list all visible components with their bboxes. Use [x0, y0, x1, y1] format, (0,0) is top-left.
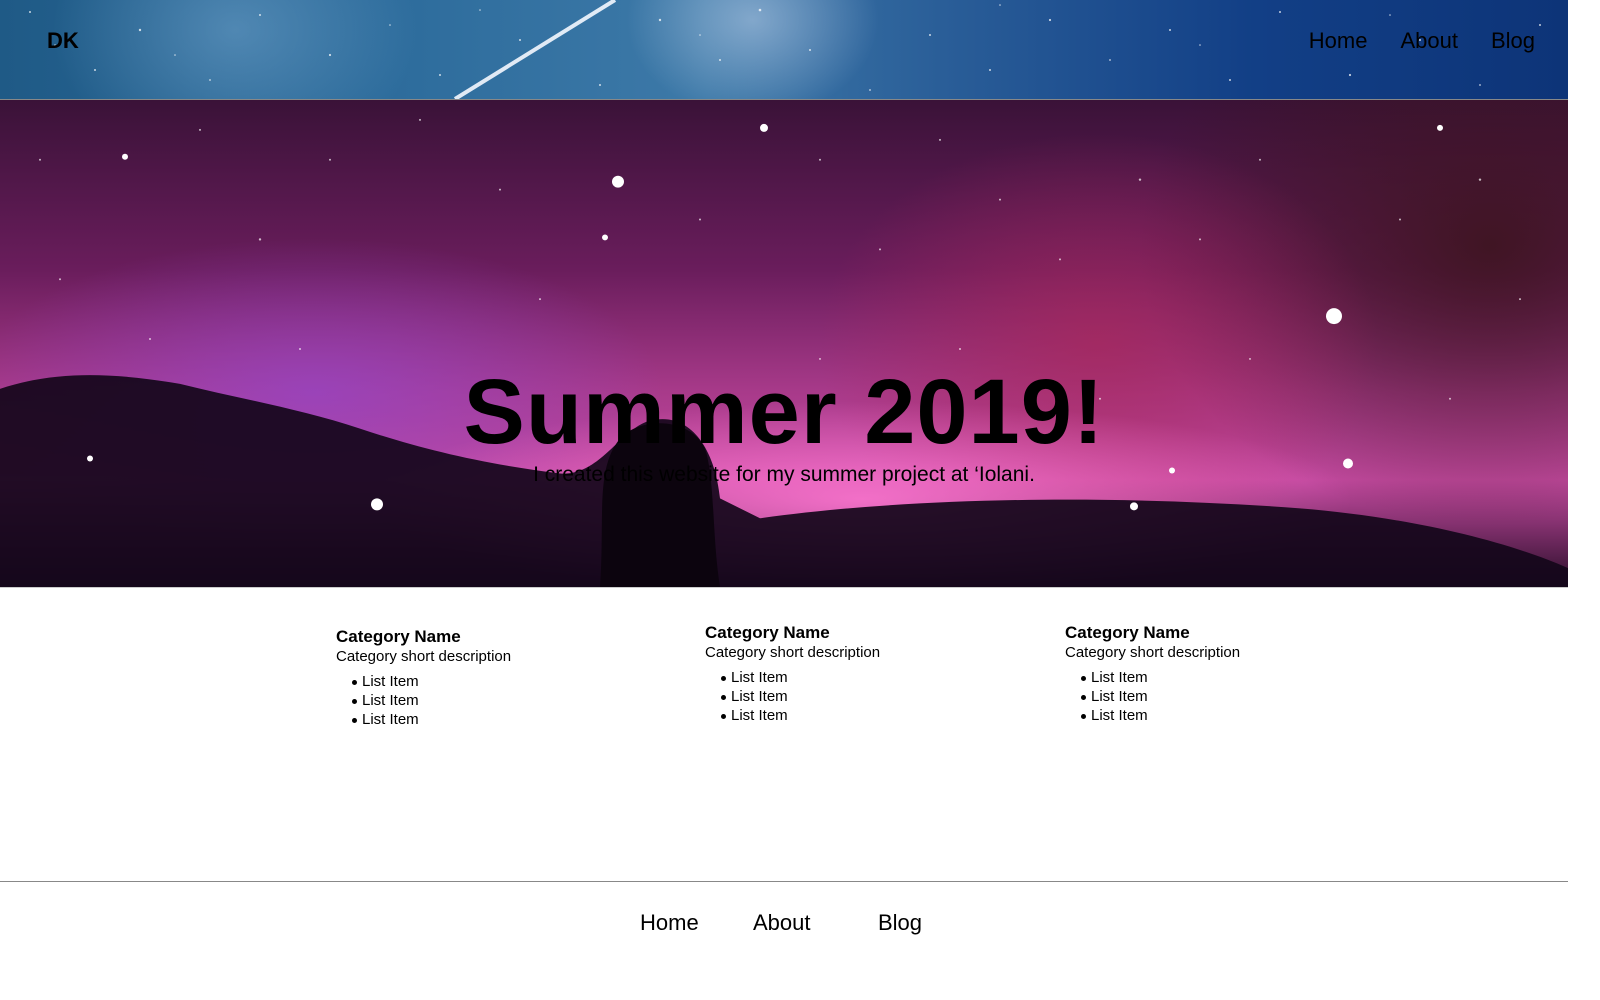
list-item: List Item	[721, 668, 1005, 687]
category-name: Category Name	[1065, 623, 1190, 642]
category-description: Category short description	[705, 644, 881, 661]
category-list: List Item List Item List Item	[336, 672, 636, 729]
list-item: List Item	[1081, 687, 1365, 706]
list-item: List Item	[1081, 668, 1365, 687]
nav-link-about[interactable]: About	[1400, 28, 1458, 54]
hero-banner: Summer 2019! I created this website for …	[0, 99, 1568, 588]
footer-divider	[0, 881, 1568, 882]
list-item: List Item	[721, 706, 1005, 725]
brand-logo[interactable]: DK	[47, 28, 79, 54]
category-description: Category short description	[336, 648, 512, 665]
category-card: Category Name Category short description…	[705, 623, 1005, 725]
category-card: Category Name Category short description…	[336, 627, 636, 729]
category-description: Category short description	[1065, 644, 1241, 661]
list-item: List Item	[721, 687, 1005, 706]
nav-link-blog[interactable]: Blog	[1491, 28, 1535, 54]
site-header: DK Home About Blog	[0, 0, 1568, 99]
top-nav: Home About Blog	[1309, 28, 1535, 54]
nebula-image	[0, 118, 1568, 587]
hero-subtitle: I created this website for my summer pro…	[533, 463, 1035, 486]
footer-link-home[interactable]: Home	[640, 910, 699, 936]
category-card: Category Name Category short description…	[1065, 623, 1365, 725]
footer-link-blog[interactable]: Blog	[878, 910, 922, 936]
hero-title: Summer 2019!	[463, 361, 1105, 463]
nav-link-home[interactable]: Home	[1309, 28, 1368, 54]
category-name: Category Name	[705, 623, 830, 642]
category-name: Category Name	[336, 627, 461, 646]
category-list: List Item List Item List Item	[705, 668, 1005, 725]
footer-link-about[interactable]: About	[753, 910, 811, 936]
list-item: List Item	[352, 710, 636, 729]
category-list: List Item List Item List Item	[1065, 668, 1365, 725]
list-item: List Item	[352, 672, 636, 691]
list-item: List Item	[1081, 706, 1365, 725]
list-item: List Item	[352, 691, 636, 710]
